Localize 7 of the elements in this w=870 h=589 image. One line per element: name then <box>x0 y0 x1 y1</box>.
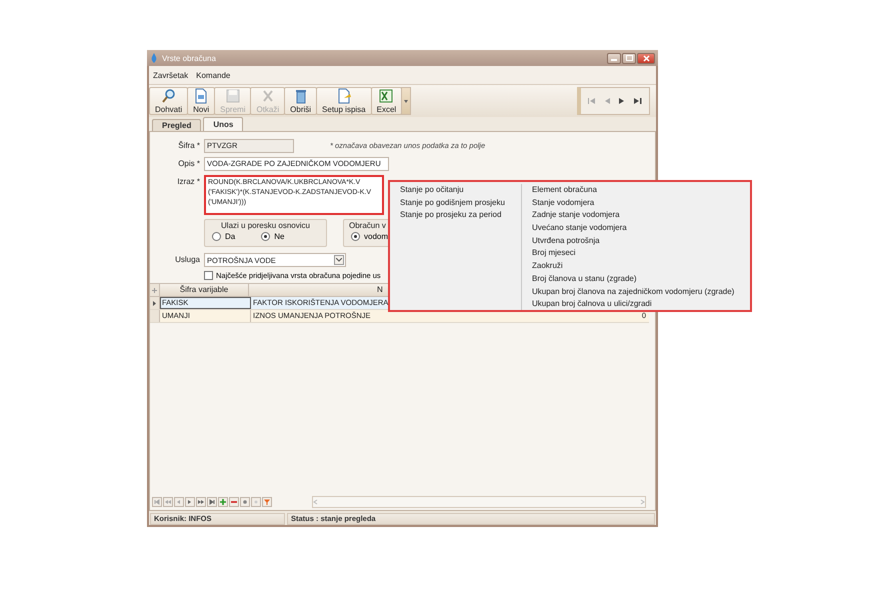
group-title: Ulazi u poresku osnovicu <box>220 221 311 230</box>
field-label: Opis * <box>177 158 201 170</box>
window-title: Vrste obračuna <box>162 54 217 62</box>
field-label: Usluga <box>174 254 201 266</box>
field-label: Izraz * <box>176 176 201 188</box>
group-title: Obračun v <box>349 221 387 230</box>
field-label: Šifra * <box>177 140 201 152</box>
